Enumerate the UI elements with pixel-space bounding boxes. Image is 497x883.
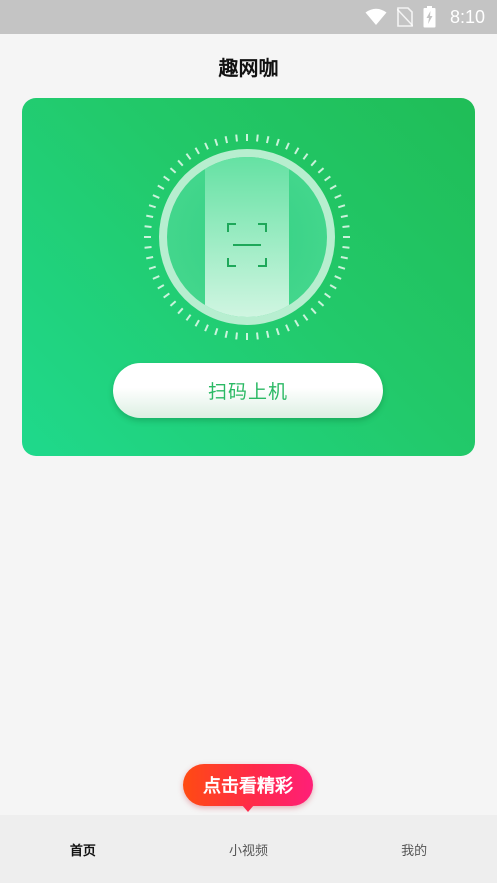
scan-ring-tick — [329, 284, 337, 290]
scan-ring-tick — [163, 175, 170, 182]
scan-ring-tick — [337, 204, 346, 209]
scan-ring-tick — [340, 255, 348, 260]
battery-charging-icon — [423, 6, 436, 28]
promo-button[interactable]: 点击看精彩 — [183, 764, 313, 812]
scan-ring-tick — [275, 138, 280, 147]
scan-ring-tick — [235, 134, 238, 142]
bottom-nav: 首页 小视频 我的 — [0, 815, 497, 883]
scan-ring-tick — [157, 184, 165, 190]
scan-ring-tick — [144, 225, 152, 228]
status-bar: 8:10 — [0, 0, 497, 34]
scan-ring-tick — [342, 225, 350, 228]
scan-ring-tick — [146, 214, 154, 219]
scan-ring-tick — [334, 194, 342, 199]
scan-ring-tick — [144, 246, 152, 249]
scan-ring-tick — [204, 142, 209, 150]
scan-ring-tick — [235, 332, 238, 340]
scan-ring-tick — [224, 330, 229, 338]
scan-ring-tick — [177, 307, 184, 315]
no-sim-icon — [396, 7, 413, 27]
scan-ring-tick — [310, 159, 317, 167]
app-header: 趣网咖 — [0, 34, 497, 98]
scan-ring-tick — [194, 319, 200, 327]
scan-ring-tick — [177, 159, 184, 167]
scan-ring-tick — [285, 324, 290, 332]
scan-ring-tick — [342, 246, 350, 249]
scan-ring-tick — [146, 255, 154, 260]
scan-ring-tick — [285, 142, 290, 150]
scan-ring-tick — [275, 327, 280, 336]
scan-ring-tick — [185, 314, 192, 321]
tab-mine[interactable]: 我的 — [331, 815, 497, 883]
scan-ring-tick — [152, 194, 160, 199]
scan-ring-tick — [265, 136, 270, 144]
scan-ring-tick — [329, 184, 337, 190]
scan-ring-tick — [214, 138, 219, 147]
scan-ring-tick — [310, 307, 317, 315]
scan-ring-tick — [317, 167, 325, 174]
scan-ring-tick — [340, 214, 348, 219]
scan-ring-tick — [302, 314, 309, 321]
scan-ring-tick — [294, 147, 300, 155]
scan-ring-tick — [152, 275, 160, 280]
promo-label: 点击看精彩 — [203, 776, 293, 797]
scan-ring-tick — [185, 153, 192, 160]
scan-to-start-button[interactable]: 扫码上机 — [113, 363, 383, 418]
scan-ring-tick — [169, 167, 177, 174]
promo-pointer — [242, 805, 254, 812]
scan-ring-tick — [224, 136, 229, 144]
scan-ring-tick — [256, 332, 259, 340]
scan-ring-tick — [204, 324, 209, 332]
wifi-icon — [365, 8, 387, 26]
scan-ring-tick — [256, 134, 259, 142]
scan-ring-tick — [148, 265, 157, 270]
scan-card: 扫码上机 — [22, 98, 475, 456]
scan-ring-tick — [294, 319, 300, 327]
page-title: 趣网咖 — [218, 55, 279, 80]
phone-scan-icon — [142, 132, 352, 342]
scan-ring-tick — [194, 147, 200, 155]
tab-short-videos[interactable]: 小视频 — [166, 815, 332, 883]
scan-ring-tick — [324, 175, 331, 182]
status-time: 8:10 — [449, 6, 485, 27]
scan-ring-tick — [302, 153, 309, 160]
scan-ring-tick — [337, 265, 346, 270]
scan-ring-tick — [169, 300, 177, 307]
scan-ring-tick — [163, 292, 170, 299]
scan-ring-tick — [157, 284, 165, 290]
scan-ring-tick — [324, 292, 331, 299]
scan-ring-tick — [317, 300, 325, 307]
scan-ring-tick — [214, 327, 219, 336]
scan-ring-tick — [334, 275, 342, 280]
scan-ring-tick — [148, 204, 157, 209]
scan-ring-tick — [265, 330, 270, 338]
tab-home[interactable]: 首页 — [0, 815, 166, 883]
